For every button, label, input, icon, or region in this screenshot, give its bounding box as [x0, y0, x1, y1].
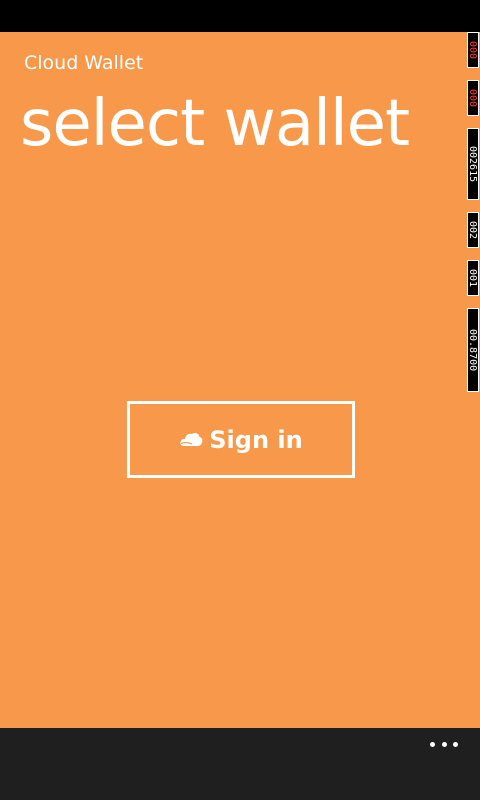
dot: [453, 741, 458, 747]
perf-counter: 001: [467, 260, 479, 296]
app-bar: [0, 728, 480, 800]
sign-in-label: Sign in: [209, 425, 303, 454]
main-page: Cloud Wallet select wallet Sign in: [0, 32, 480, 728]
dot: [430, 741, 435, 747]
perf-counter: 002: [467, 212, 479, 248]
dot: [441, 741, 447, 747]
ellipsis-icon[interactable]: [430, 738, 458, 750]
perf-counter: 000: [467, 32, 479, 68]
perf-counter: 00.8700: [467, 308, 479, 392]
perf-counter: 002615: [467, 128, 479, 200]
page-title: select wallet: [20, 87, 410, 161]
perf-counter: 000: [467, 80, 479, 116]
app-title: Cloud Wallet: [24, 52, 144, 74]
cloud-icon: [180, 432, 203, 446]
status-bar: [0, 0, 480, 32]
sign-in-button[interactable]: Sign in: [127, 401, 355, 478]
